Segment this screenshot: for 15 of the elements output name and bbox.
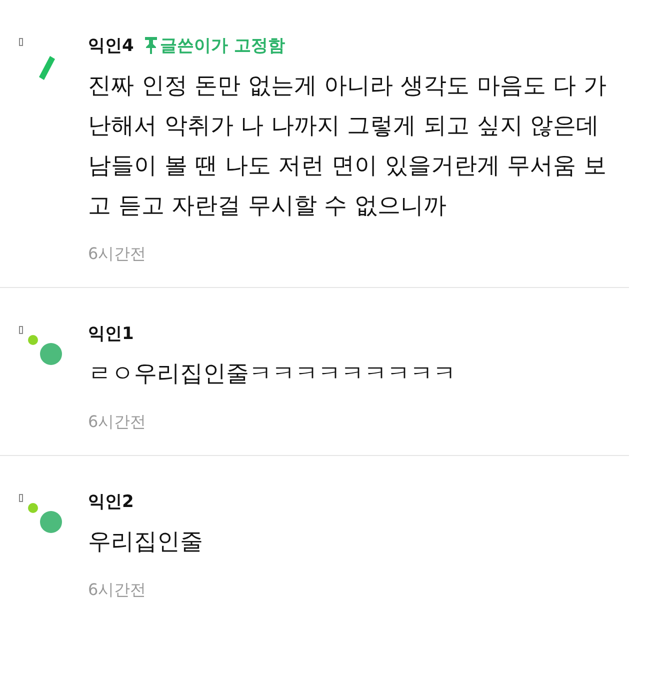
placeholder-glyph-icon — [19, 326, 23, 334]
comment-text: ㄹㅇ우리집인줄ㅋㅋㅋㅋㅋㅋㅋㅋㅋ — [88, 360, 457, 389]
author-name: 익인4 — [88, 34, 134, 56]
comment-text: 우리집인줄 — [88, 528, 204, 557]
author-name: 익인2 — [88, 490, 134, 512]
timestamp: 6시간전 — [88, 580, 148, 601]
placeholder-glyph-icon — [19, 38, 23, 46]
timestamp: 6시간전 — [88, 244, 148, 265]
avatar-icon — [36, 54, 56, 82]
placeholder-glyph-icon — [19, 494, 23, 502]
comment-text: 진짜 인정 돈만 없는게 아니라 생각도 마음도 다 가난해서 악취가 나 나까지 그렇게 되고 싶지 않은데 남들이 볼 땐 나도 저런 면이 있을거란게 무서움 보고 듣고 자란걸 무시할 수 없으니까 — [88, 72, 608, 221]
pinned-label: 글쓴이가 고정함 — [144, 34, 285, 56]
author-name: 익인1 — [88, 322, 134, 344]
timestamp: 6시간전 — [88, 412, 148, 433]
pin-icon — [144, 36, 158, 54]
